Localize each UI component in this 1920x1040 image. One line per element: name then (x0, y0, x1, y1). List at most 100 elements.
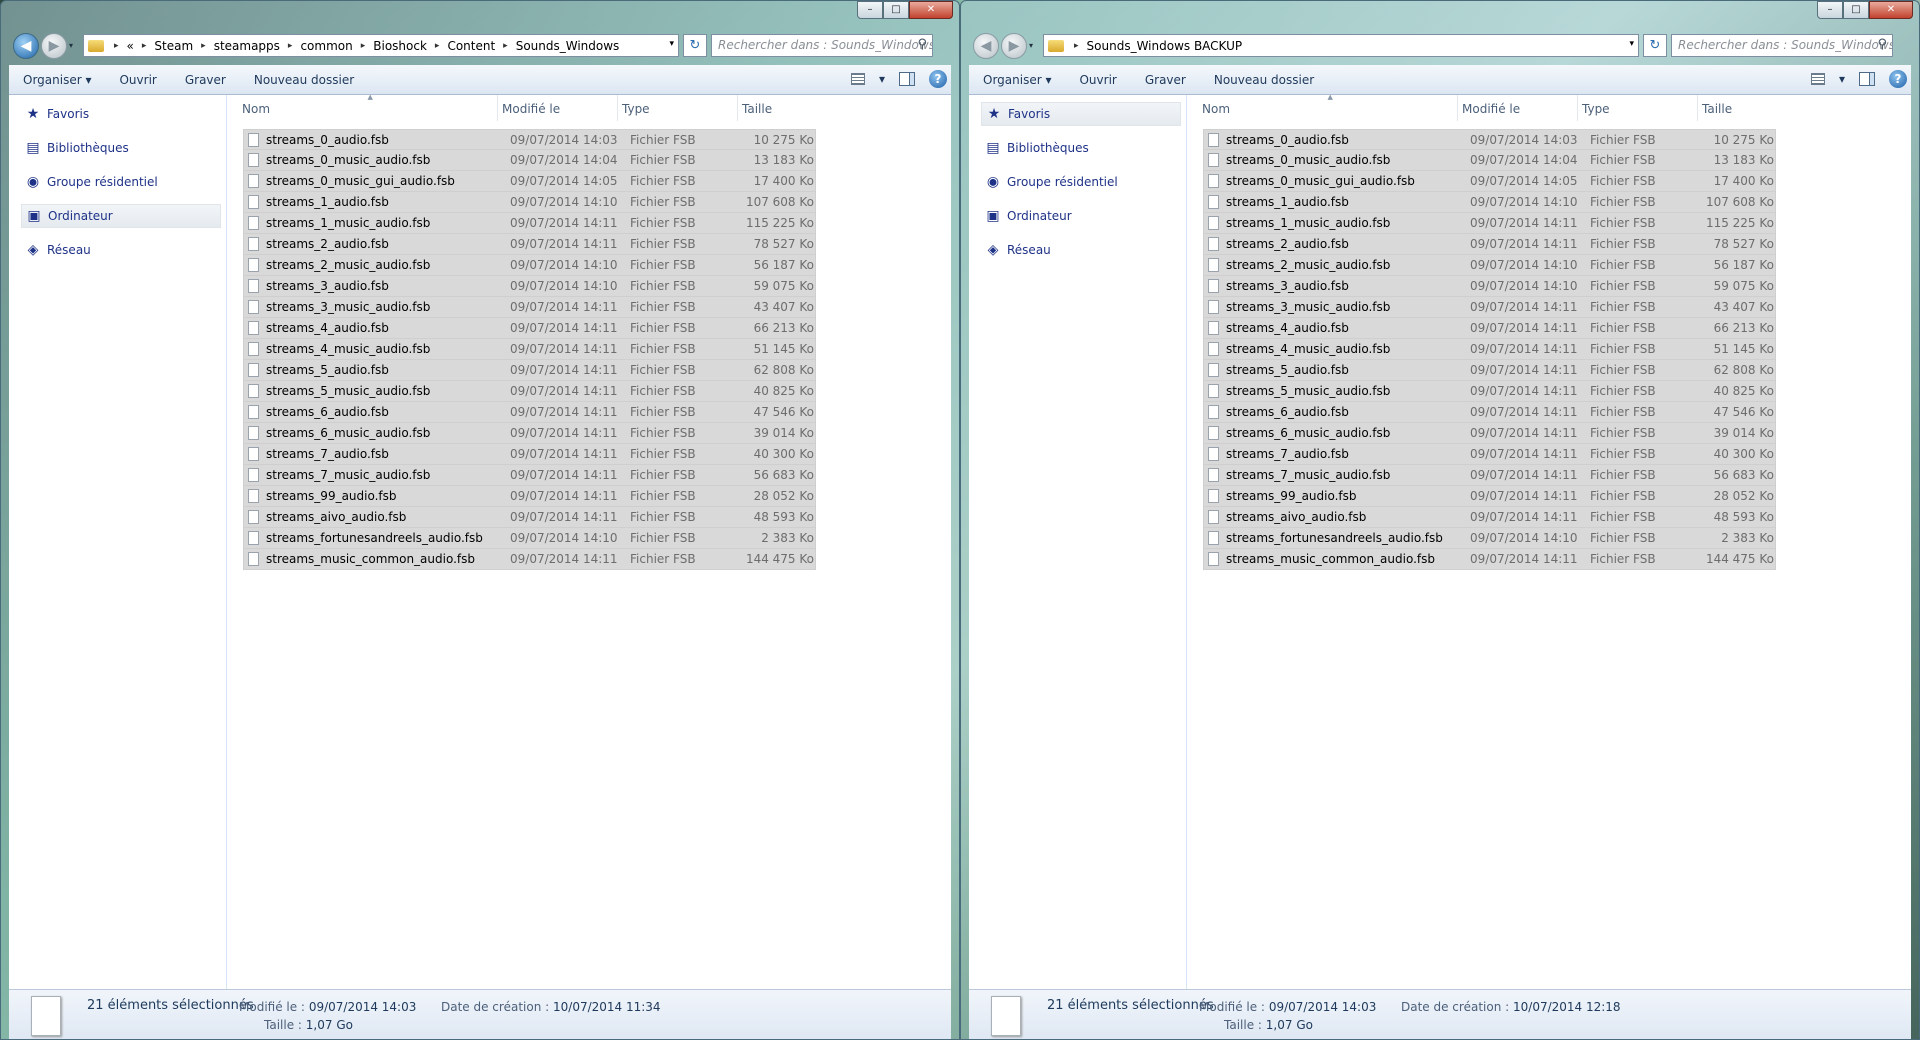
file-row[interactable]: streams_5_audio.fsb 09/07/2014 14:11 Fic… (1203, 360, 1776, 381)
file-row[interactable]: streams_6_audio.fsb 09/07/2014 14:11 Fic… (243, 402, 816, 423)
file-row[interactable]: streams_0_audio.fsb 09/07/2014 14:03 Fic… (1203, 129, 1776, 150)
search-icon[interactable]: ⚲ (1877, 37, 1887, 52)
preview-pane-icon[interactable] (1859, 72, 1875, 86)
file-row[interactable]: streams_aivo_audio.fsb 09/07/2014 14:11 … (243, 507, 816, 528)
file-row[interactable]: streams_1_music_audio.fsb 09/07/2014 14:… (1203, 213, 1776, 234)
search-input[interactable]: Rechercher dans : Sounds_Windows ⚲ (711, 34, 933, 57)
file-row[interactable]: streams_5_audio.fsb 09/07/2014 14:11 Fic… (243, 360, 816, 381)
nav-item-computer[interactable]: ▣ Ordinateur (981, 204, 1181, 228)
breadcrumb-item[interactable]: « (125, 39, 136, 53)
preview-pane-icon[interactable] (899, 72, 915, 86)
file-row[interactable]: streams_4_audio.fsb 09/07/2014 14:11 Fic… (243, 318, 816, 339)
minimize-button[interactable]: – (1817, 1, 1843, 19)
breadcrumb-item[interactable]: Sounds_Windows (514, 39, 622, 53)
file-row[interactable]: streams_2_music_audio.fsb 09/07/2014 14:… (1203, 255, 1776, 276)
address-bar[interactable]: ▸ Sounds_Windows BACKUP ▾ (1043, 34, 1639, 57)
column-header-size[interactable]: Taille (738, 95, 808, 121)
nav-item-star[interactable]: ★ Favoris (21, 102, 221, 126)
breadcrumb-separator-icon[interactable]: ▸ (201, 41, 206, 51)
nav-item-computer[interactable]: ▣ Ordinateur (21, 204, 221, 228)
maximize-button[interactable]: □ (883, 1, 909, 19)
breadcrumb-separator-icon[interactable]: ▸ (361, 41, 366, 51)
column-header-size[interactable]: Taille (1698, 95, 1768, 121)
breadcrumb-separator-icon[interactable]: ▸ (503, 41, 508, 51)
refresh-button[interactable]: ↻ (683, 34, 707, 57)
file-row[interactable]: streams_0_audio.fsb 09/07/2014 14:03 Fic… (243, 129, 816, 150)
recent-pages-dropdown[interactable]: ▾ (69, 41, 79, 51)
address-dropdown-icon[interactable]: ▾ (1629, 39, 1634, 49)
view-dropdown-icon[interactable]: ▾ (879, 72, 885, 86)
new-folder-button[interactable]: Nouveau dossier (240, 73, 368, 87)
column-header-modified[interactable]: Modifié le (498, 95, 618, 121)
file-row[interactable]: streams_7_audio.fsb 09/07/2014 14:11 Fic… (243, 444, 816, 465)
organize-menu[interactable]: Organiser ▾ (9, 73, 105, 87)
nav-item-star[interactable]: ★ Favoris (981, 102, 1181, 126)
file-row[interactable]: streams_0_music_audio.fsb 09/07/2014 14:… (243, 150, 816, 171)
help-icon[interactable]: ? (1889, 70, 1907, 88)
breadcrumb-item[interactable]: Steam (152, 39, 195, 53)
file-row[interactable]: streams_4_music_audio.fsb 09/07/2014 14:… (1203, 339, 1776, 360)
open-button[interactable]: Ouvrir (105, 73, 170, 87)
change-view-icon[interactable] (850, 73, 865, 85)
nav-item-library[interactable]: ▤ Bibliothèques (21, 136, 221, 160)
file-row[interactable]: streams_1_audio.fsb 09/07/2014 14:10 Fic… (1203, 192, 1776, 213)
file-row[interactable]: streams_0_music_gui_audio.fsb 09/07/2014… (1203, 171, 1776, 192)
file-row[interactable]: streams_3_audio.fsb 09/07/2014 14:10 Fic… (1203, 276, 1776, 297)
file-row[interactable]: streams_3_audio.fsb 09/07/2014 14:10 Fic… (243, 276, 816, 297)
back-button[interactable]: ◀ (973, 33, 999, 59)
column-header-type[interactable]: Type (1578, 95, 1698, 121)
file-row[interactable]: streams_fortunesandreels_audio.fsb 09/07… (243, 528, 816, 549)
address-bar[interactable]: ▸ « ▸ Steam ▸ steamapps ▸ common ▸ Bioshock ▸ Conte… (83, 34, 679, 57)
breadcrumb-item[interactable]: common (298, 39, 354, 53)
nav-item-homegroup[interactable]: ◉ Groupe résidentiel (981, 170, 1181, 194)
file-row[interactable]: streams_0_music_audio.fsb 09/07/2014 14:… (1203, 150, 1776, 171)
address-dropdown-icon[interactable]: ▾ (669, 39, 674, 49)
file-row[interactable]: streams_aivo_audio.fsb 09/07/2014 14:11 … (1203, 507, 1776, 528)
breadcrumb-item[interactable]: Content (445, 39, 497, 53)
search-input[interactable]: Rechercher dans : Sounds_Windows B... ⚲ (1671, 34, 1893, 57)
minimize-button[interactable]: – (857, 1, 883, 19)
burn-button[interactable]: Graver (171, 73, 240, 87)
file-row[interactable]: streams_0_music_gui_audio.fsb 09/07/2014… (243, 171, 816, 192)
breadcrumb-item[interactable]: steamapps (212, 39, 282, 53)
file-row[interactable]: streams_5_music_audio.fsb 09/07/2014 14:… (1203, 381, 1776, 402)
view-dropdown-icon[interactable]: ▾ (1839, 72, 1845, 86)
back-button[interactable]: ◀ (13, 33, 39, 59)
breadcrumb-separator-icon[interactable]: ▸ (142, 41, 147, 51)
close-button[interactable]: ✕ (909, 1, 953, 19)
file-row[interactable]: streams_fortunesandreels_audio.fsb 09/07… (1203, 528, 1776, 549)
file-row[interactable]: streams_1_music_audio.fsb 09/07/2014 14:… (243, 213, 816, 234)
file-row[interactable]: streams_3_music_audio.fsb 09/07/2014 14:… (1203, 297, 1776, 318)
nav-item-network[interactable]: ◈ Réseau (981, 238, 1181, 262)
nav-item-network[interactable]: ◈ Réseau (21, 238, 221, 262)
help-icon[interactable]: ? (929, 70, 947, 88)
breadcrumb-separator-icon[interactable]: ▸ (114, 41, 119, 51)
file-row[interactable]: streams_7_audio.fsb 09/07/2014 14:11 Fic… (1203, 444, 1776, 465)
close-button[interactable]: ✕ (1869, 1, 1913, 19)
file-row[interactable]: streams_2_music_audio.fsb 09/07/2014 14:… (243, 255, 816, 276)
new-folder-button[interactable]: Nouveau dossier (1200, 73, 1328, 87)
file-row[interactable]: streams_6_music_audio.fsb 09/07/2014 14:… (243, 423, 816, 444)
search-icon[interactable]: ⚲ (917, 37, 927, 52)
file-row[interactable]: streams_99_audio.fsb 09/07/2014 14:11 Fi… (1203, 486, 1776, 507)
breadcrumb-separator-icon[interactable]: ▸ (1074, 41, 1079, 51)
file-row[interactable]: streams_4_music_audio.fsb 09/07/2014 14:… (243, 339, 816, 360)
breadcrumb-item[interactable]: Sounds_Windows BACKUP (1085, 39, 1245, 53)
file-row[interactable]: streams_music_common_audio.fsb 09/07/201… (1203, 549, 1776, 570)
file-row[interactable]: streams_99_audio.fsb 09/07/2014 14:11 Fi… (243, 486, 816, 507)
organize-menu[interactable]: Organiser ▾ (969, 73, 1065, 87)
file-row[interactable]: streams_music_common_audio.fsb 09/07/201… (243, 549, 816, 570)
column-header-modified[interactable]: Modifié le (1458, 95, 1578, 121)
maximize-button[interactable]: □ (1843, 1, 1869, 19)
file-row[interactable]: streams_5_music_audio.fsb 09/07/2014 14:… (243, 381, 816, 402)
change-view-icon[interactable] (1810, 73, 1825, 85)
forward-button[interactable]: ▶ (41, 33, 67, 59)
column-header-name[interactable]: ▲ Nom (238, 93, 498, 121)
file-row[interactable]: streams_2_audio.fsb 09/07/2014 14:11 Fic… (243, 234, 816, 255)
refresh-button[interactable]: ↻ (1643, 34, 1667, 57)
file-row[interactable]: streams_3_music_audio.fsb 09/07/2014 14:… (243, 297, 816, 318)
file-row[interactable]: streams_6_audio.fsb 09/07/2014 14:11 Fic… (1203, 402, 1776, 423)
column-header-name[interactable]: ▲ Nom (1198, 93, 1458, 121)
burn-button[interactable]: Graver (1131, 73, 1200, 87)
file-row[interactable]: streams_7_music_audio.fsb 09/07/2014 14:… (243, 465, 816, 486)
